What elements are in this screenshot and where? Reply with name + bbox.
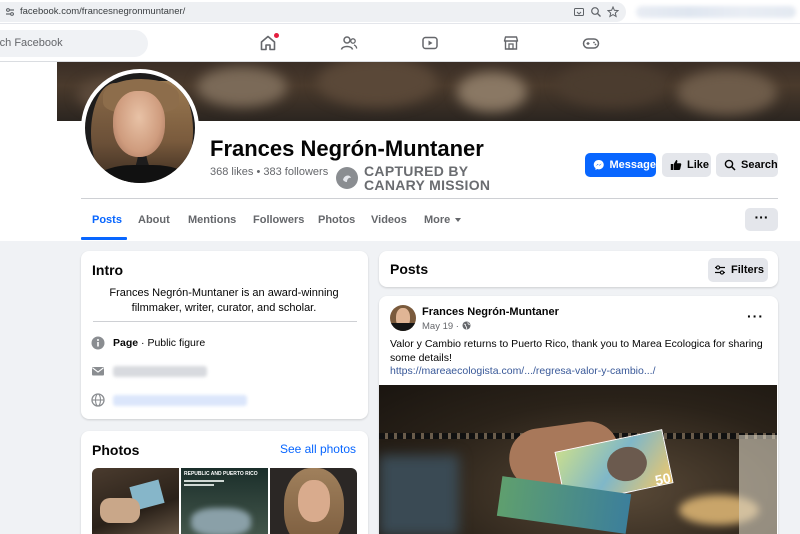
active-tab-indicator bbox=[81, 237, 127, 240]
intro-website-row bbox=[91, 392, 351, 408]
redacted-email bbox=[113, 366, 207, 377]
post-link[interactable]: https://mareaecologista.com/.../regresa-… bbox=[390, 365, 656, 377]
message-label: Message bbox=[609, 159, 656, 171]
see-all-photos-link[interactable]: See all photos bbox=[280, 442, 356, 456]
intro-page-label: Page bbox=[113, 337, 139, 349]
public-globe-icon bbox=[462, 321, 471, 330]
watermark-line-1: CAPTURED BY bbox=[364, 163, 469, 179]
tab-mentions[interactable]: Mentions bbox=[188, 214, 236, 226]
likes-followers-count[interactable]: 368 likes • 383 followers bbox=[210, 166, 328, 178]
tab-more-label: More bbox=[424, 214, 451, 226]
filters-label: Filters bbox=[731, 264, 765, 276]
message-button[interactable]: Message bbox=[585, 153, 656, 177]
globe-icon bbox=[91, 393, 105, 407]
tab-photos[interactable]: Photos bbox=[318, 214, 355, 226]
post-author-name[interactable]: Frances Negrón-Muntaner bbox=[422, 306, 559, 318]
like-button[interactable]: Like bbox=[662, 153, 711, 177]
posts-header-card: Posts Filters bbox=[379, 251, 778, 287]
search-placeholder: rch Facebook bbox=[0, 37, 63, 49]
post-image[interactable]: 50 bbox=[379, 385, 777, 534]
video-icon[interactable] bbox=[421, 34, 439, 52]
thumbs-up-icon bbox=[670, 160, 682, 170]
bookmark-star-icon[interactable] bbox=[607, 6, 619, 18]
post-date-text: May 19 · bbox=[422, 321, 462, 332]
friends-icon[interactable] bbox=[340, 34, 358, 52]
url-text[interactable]: facebook.com/francesnegronmuntaner/ bbox=[20, 6, 185, 17]
photo-thumbnail-1[interactable] bbox=[92, 468, 179, 534]
tab-about[interactable]: About bbox=[138, 214, 170, 226]
marketplace-icon[interactable] bbox=[502, 34, 520, 52]
photo-2-caption: REPUBLIC AND PUERTO RICO bbox=[184, 471, 258, 477]
photo-thumbnail-2[interactable]: REPUBLIC AND PUERTO RICO bbox=[181, 468, 268, 534]
tab-posts[interactable]: Posts bbox=[92, 214, 122, 226]
search-input[interactable]: rch Facebook bbox=[0, 30, 148, 57]
intro-bio: Frances Negrón-Muntaner is an award-winn… bbox=[109, 287, 339, 314]
intro-card: Intro Frances Negrón-Muntaner is an awar… bbox=[81, 251, 368, 419]
tab-more[interactable]: More bbox=[424, 214, 462, 226]
post-author-avatar[interactable] bbox=[390, 305, 416, 331]
intro-page-row: Page · Public figure bbox=[91, 335, 351, 351]
post-options-button[interactable]: ··· bbox=[747, 308, 764, 324]
page-title: Frances Negrón-Muntaner bbox=[210, 136, 484, 161]
canary-mission-watermark: CAPTURED BY CANARY MISSION bbox=[336, 164, 490, 192]
header-divider bbox=[81, 198, 778, 199]
info-icon bbox=[91, 336, 105, 350]
profile-avatar[interactable] bbox=[81, 69, 199, 187]
facebook-top-nav: rch Facebook bbox=[0, 24, 800, 62]
caret-down-icon bbox=[455, 218, 462, 223]
address-bar[interactable]: facebook.com/francesnegronmuntaner/ bbox=[0, 2, 626, 22]
canary-logo-icon bbox=[336, 167, 358, 189]
posts-title: Posts bbox=[390, 261, 429, 277]
email-icon bbox=[92, 367, 104, 376]
banknote-value: 50 bbox=[653, 469, 673, 489]
messenger-icon bbox=[593, 160, 604, 170]
browser-toolbar: facebook.com/francesnegronmuntaner/ bbox=[0, 0, 800, 24]
tab-followers[interactable]: Followers bbox=[253, 214, 304, 226]
cast-icon[interactable] bbox=[573, 6, 585, 18]
intro-divider bbox=[93, 321, 357, 322]
post-card: Frances Negrón-Muntaner May 19 · ··· Val… bbox=[379, 296, 778, 534]
redacted-website-link[interactable] bbox=[113, 395, 247, 406]
more-options-button[interactable]: ··· bbox=[745, 208, 778, 231]
like-label: Like bbox=[687, 159, 710, 171]
filters-button[interactable]: Filters bbox=[708, 258, 768, 282]
home-notification-dot bbox=[274, 33, 279, 38]
post-body: Valor y Cambio returns to Puerto Rico, t… bbox=[390, 338, 763, 364]
site-info-icon[interactable] bbox=[5, 7, 15, 17]
photos-title: Photos bbox=[92, 442, 140, 458]
intro-email-row bbox=[91, 363, 351, 379]
intro-page-category: · Public figure bbox=[138, 337, 206, 349]
gaming-icon[interactable] bbox=[582, 34, 600, 52]
zoom-icon[interactable] bbox=[590, 6, 602, 18]
photos-card: Photos See all photos REPUBLIC AND PUERT… bbox=[81, 431, 368, 534]
intro-title: Intro bbox=[92, 262, 124, 278]
search-icon bbox=[724, 159, 736, 171]
filters-icon bbox=[715, 265, 725, 275]
search-label: Search bbox=[741, 159, 778, 171]
search-page-button[interactable]: Search bbox=[716, 153, 778, 177]
page-left-gutter bbox=[0, 62, 57, 241]
tab-videos[interactable]: Videos bbox=[371, 214, 407, 226]
watermark-line-2: CANARY MISSION bbox=[364, 177, 491, 193]
extensions-area bbox=[636, 6, 796, 18]
photo-thumbnail-3[interactable] bbox=[270, 468, 357, 534]
post-timestamp[interactable]: May 19 · bbox=[422, 321, 471, 332]
